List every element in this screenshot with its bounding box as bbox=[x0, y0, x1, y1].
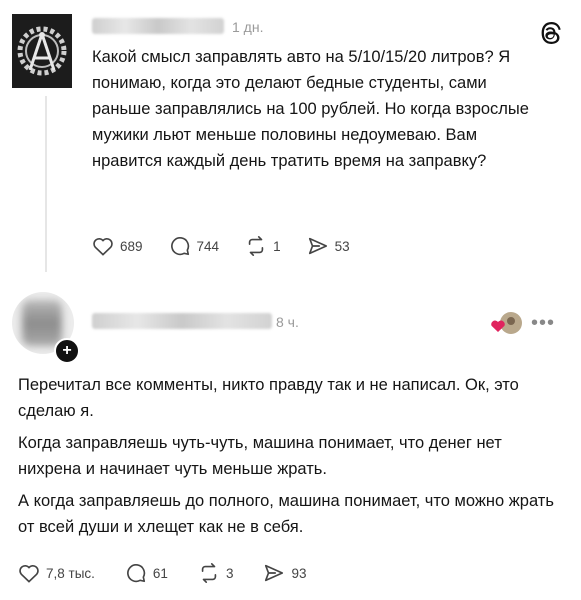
share-button[interactable]: 53 bbox=[307, 235, 350, 257]
avatar[interactable] bbox=[12, 14, 72, 88]
comment-button[interactable]: 61 bbox=[125, 562, 168, 584]
post-paragraph: Какой смысл заправлять авто на 5/10/15/2… bbox=[92, 48, 529, 170]
repost-button[interactable]: 3 bbox=[198, 562, 234, 584]
repost-icon bbox=[201, 563, 217, 583]
repost-count: 3 bbox=[225, 565, 234, 581]
share-icon bbox=[308, 237, 327, 255]
repost-icon bbox=[248, 236, 264, 256]
post-time: 8 ч. bbox=[276, 314, 299, 330]
blurred-username[interactable] bbox=[92, 18, 224, 34]
post-text: Какой смысл заправлять авто на 5/10/15/2… bbox=[92, 44, 532, 174]
gear-compass-logo-icon bbox=[12, 14, 72, 88]
more-icon[interactable]: ••• bbox=[531, 312, 555, 335]
heart-icon bbox=[19, 565, 39, 583]
post-time: 1 дн. bbox=[232, 19, 264, 35]
comment-icon bbox=[126, 564, 146, 583]
heart-icon bbox=[93, 238, 113, 256]
like-button[interactable]: 7,8 тыс. bbox=[18, 563, 95, 583]
share-icon bbox=[265, 564, 284, 582]
share-count: 93 bbox=[291, 565, 307, 581]
like-button[interactable]: 689 bbox=[92, 236, 143, 256]
comment-icon bbox=[170, 237, 189, 256]
share-button[interactable]: 93 bbox=[263, 562, 306, 584]
like-count: 7,8 тыс. bbox=[46, 565, 95, 581]
thread-line bbox=[45, 96, 47, 272]
action-bar: 7,8 тыс. 61 3 93 bbox=[18, 562, 332, 584]
action-bar: 689 744 1 53 bbox=[92, 235, 376, 257]
liked-by-author-icon bbox=[491, 312, 522, 334]
repost-count: 1 bbox=[273, 238, 281, 254]
repost-button[interactable]: 1 bbox=[245, 235, 281, 257]
blurred-username[interactable] bbox=[92, 313, 272, 329]
post-text: Перечитал все комменты, никто правду так… bbox=[18, 372, 568, 540]
follow-plus-icon[interactable]: + bbox=[54, 338, 80, 364]
blurred-avatar-image bbox=[22, 300, 62, 346]
like-count: 689 bbox=[120, 238, 143, 254]
post-paragraph: Перечитал все комменты, никто правду так… bbox=[18, 376, 519, 420]
post-paragraph: Когда заправляешь чуть-чуть, машина пони… bbox=[18, 434, 502, 478]
comment-button[interactable]: 744 bbox=[169, 235, 220, 257]
comment-count: 744 bbox=[196, 238, 220, 254]
threads-logo-icon[interactable] bbox=[537, 20, 563, 46]
post-paragraph: А когда заправляешь до полного, машина п… bbox=[18, 492, 554, 536]
comment-count: 61 bbox=[152, 565, 168, 581]
share-count: 53 bbox=[334, 238, 350, 254]
